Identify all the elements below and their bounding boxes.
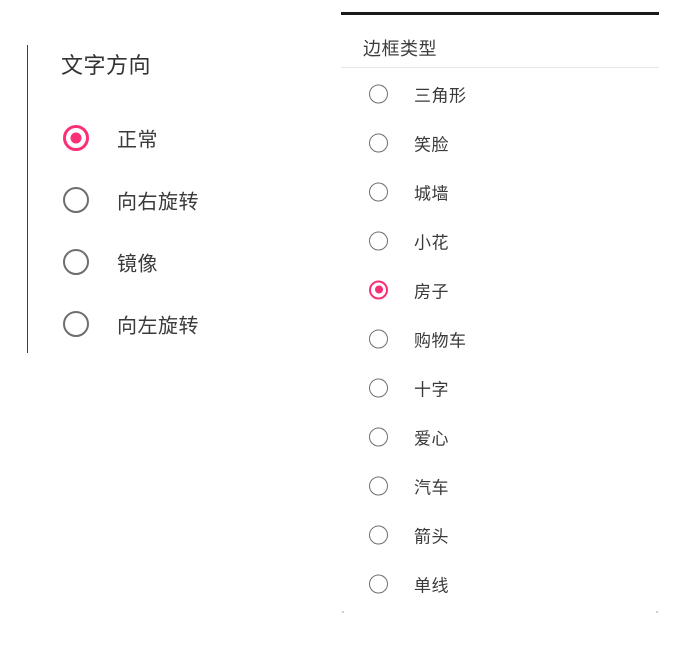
- border_type_panel-option-label: 房子: [414, 282, 449, 302]
- radio-unselected-icon[interactable]: [369, 427, 388, 446]
- radio-selected-icon[interactable]: [369, 280, 388, 299]
- radio-unselected-icon[interactable]: [63, 187, 89, 213]
- border_type_panel-option-箭头[interactable]: 箭头: [341, 510, 659, 559]
- panel-top-rule: [341, 12, 659, 15]
- border_type_panel-option-十字[interactable]: 十字: [341, 363, 659, 412]
- border-type-radio-group: 三角形笑脸城墙小花房子购物车十字爱心汽车箭头单线: [341, 69, 659, 608]
- radio-inner-dot: [375, 580, 383, 588]
- border_type_panel-option-爱心[interactable]: 爱心: [341, 412, 659, 461]
- border_type_panel-option-label: 单线: [414, 576, 449, 596]
- text-direction-panel: 文字方向 正常向右旋转镜像向左旋转: [27, 45, 317, 353]
- radio-unselected-icon[interactable]: [369, 182, 388, 201]
- border_type_panel-option-汽车[interactable]: 汽车: [341, 461, 659, 510]
- border_type_panel-option-label: 汽车: [414, 478, 449, 498]
- radio-unselected-icon[interactable]: [63, 311, 89, 337]
- radio-inner-dot: [71, 257, 82, 268]
- text_direction_panel-option-镜像[interactable]: 镜像: [28, 231, 317, 293]
- radio-inner-dot: [375, 531, 383, 539]
- text_direction_panel-option-label: 向左旋转: [117, 313, 199, 338]
- radio-inner-dot: [375, 482, 383, 490]
- radio-unselected-icon[interactable]: [369, 476, 388, 495]
- radio-inner-dot: [375, 335, 383, 343]
- border_type_panel-option-label: 十字: [414, 380, 449, 400]
- border_type_panel-option-label: 笑脸: [414, 135, 449, 155]
- radio-inner-dot: [375, 433, 383, 441]
- panel-corner-marker-right: [656, 611, 658, 613]
- text_direction_panel-option-label: 向右旋转: [117, 189, 199, 214]
- panel-corner-marker-left: [342, 611, 344, 613]
- radio-unselected-icon[interactable]: [369, 525, 388, 544]
- radio-inner-dot: [375, 237, 383, 245]
- text_direction_panel-option-正常[interactable]: 正常: [28, 107, 317, 169]
- radio-selected-icon[interactable]: [63, 125, 89, 151]
- text_direction_panel-option-label: 镜像: [117, 251, 158, 276]
- text_direction_panel-option-label: 正常: [117, 127, 158, 152]
- radio-unselected-icon[interactable]: [369, 231, 388, 250]
- radio-unselected-icon[interactable]: [369, 574, 388, 593]
- radio-unselected-icon[interactable]: [63, 249, 89, 275]
- text-direction-panel-title: 文字方向: [61, 54, 152, 79]
- radio-inner-dot: [375, 139, 383, 147]
- radio-inner-dot: [374, 285, 383, 294]
- radio-inner-dot: [71, 319, 82, 330]
- radio-unselected-icon[interactable]: [369, 133, 388, 152]
- radio-inner-dot: [70, 132, 82, 144]
- border-type-panel-title: 边框类型: [363, 39, 437, 60]
- text-direction-radio-group: 正常向右旋转镜像向左旋转: [28, 107, 317, 355]
- border_type_panel-option-城墙[interactable]: 城墙: [341, 167, 659, 216]
- border_type_panel-option-label: 城墙: [414, 184, 449, 204]
- border_type_panel-option-label: 三角形: [414, 86, 467, 106]
- border_type_panel-option-购物车[interactable]: 购物车: [341, 314, 659, 363]
- border_type_panel-option-label: 爱心: [414, 429, 449, 449]
- border_type_panel-option-label: 小花: [414, 233, 449, 253]
- text_direction_panel-option-向左旋转[interactable]: 向左旋转: [28, 293, 317, 355]
- radio-inner-dot: [375, 384, 383, 392]
- border-type-panel: 边框类型 三角形笑脸城墙小花房子购物车十字爱心汽车箭头单线: [341, 12, 659, 613]
- radio-unselected-icon[interactable]: [369, 329, 388, 348]
- border_type_panel-option-房子[interactable]: 房子: [341, 265, 659, 314]
- border_type_panel-option-小花[interactable]: 小花: [341, 216, 659, 265]
- title-divider: [341, 67, 659, 68]
- text_direction_panel-option-向右旋转[interactable]: 向右旋转: [28, 169, 317, 231]
- border_type_panel-option-label: 购物车: [414, 331, 467, 351]
- radio-inner-dot: [71, 195, 82, 206]
- radio-unselected-icon[interactable]: [369, 378, 388, 397]
- border_type_panel-option-单线[interactable]: 单线: [341, 559, 659, 608]
- border_type_panel-option-三角形[interactable]: 三角形: [341, 69, 659, 118]
- radio-unselected-icon[interactable]: [369, 84, 388, 103]
- border_type_panel-option-label: 箭头: [414, 527, 449, 547]
- border_type_panel-option-笑脸[interactable]: 笑脸: [341, 118, 659, 167]
- radio-inner-dot: [375, 188, 383, 196]
- radio-inner-dot: [375, 90, 383, 98]
